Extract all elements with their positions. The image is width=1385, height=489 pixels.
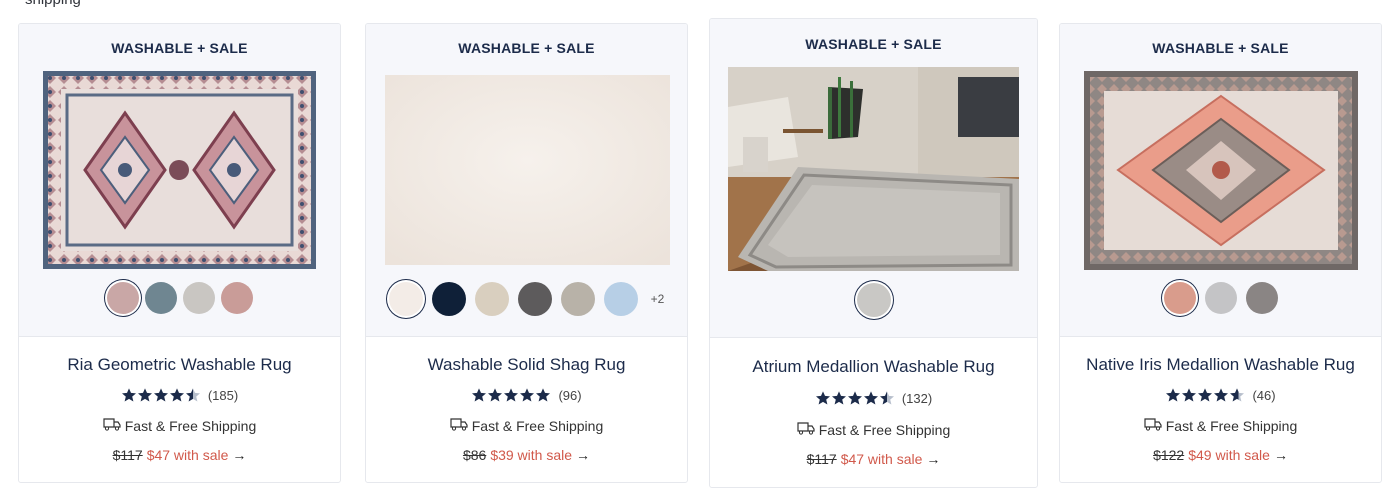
sale-price: $49 with sale bbox=[1188, 447, 1270, 463]
price-row[interactable]: $117 $47 with sale → bbox=[710, 451, 1037, 467]
review-count[interactable]: (96) bbox=[558, 388, 581, 403]
swatch-option[interactable] bbox=[517, 282, 552, 316]
color-swatches bbox=[19, 282, 340, 314]
shipping-row: Fast & Free Shipping bbox=[366, 417, 687, 434]
product-image[interactable] bbox=[385, 75, 670, 265]
stars-icon bbox=[471, 387, 551, 403]
truck-icon bbox=[1144, 417, 1162, 434]
sale-price: $39 with sale bbox=[490, 447, 573, 463]
review-count[interactable]: (185) bbox=[208, 388, 238, 403]
product-badge: WASHABLE + SALE bbox=[458, 40, 595, 56]
product-card-native-iris[interactable]: WASHABLE + SALE Native Iris Medallion Wa… bbox=[1059, 23, 1382, 483]
arrow-right-icon: → bbox=[926, 451, 941, 467]
swatch-option[interactable] bbox=[474, 282, 509, 316]
stars-icon bbox=[121, 387, 201, 403]
product-image[interactable] bbox=[1084, 71, 1358, 270]
truck-icon bbox=[450, 417, 468, 434]
price-row[interactable]: $122 $49 with sale → bbox=[1060, 447, 1381, 463]
swatch-option[interactable] bbox=[182, 282, 215, 314]
price-row[interactable]: $117 $47 with sale → bbox=[19, 447, 340, 463]
swatch-option[interactable] bbox=[1245, 282, 1278, 314]
product-card-atrium[interactable]: WASHABLE + SALE Atrium Medallion Washabl… bbox=[709, 18, 1038, 488]
sale-price: $47 with sale bbox=[146, 447, 229, 463]
shipping-row: Fast & Free Shipping bbox=[710, 421, 1037, 438]
swatch-option[interactable] bbox=[106, 282, 139, 314]
product-title[interactable]: Ria Geometric Washable Rug bbox=[19, 355, 340, 375]
product-title[interactable]: Washable Solid Shag Rug bbox=[366, 355, 687, 375]
shipping-row: Fast & Free Shipping bbox=[1060, 417, 1381, 434]
original-price: $122 bbox=[1153, 447, 1185, 463]
arrow-right-icon: → bbox=[576, 447, 591, 463]
swatch-option[interactable] bbox=[1163, 282, 1196, 314]
original-price: $117 bbox=[806, 451, 837, 467]
product-image[interactable] bbox=[728, 67, 1019, 271]
product-title[interactable]: Native Iris Medallion Washable Rug bbox=[1060, 355, 1381, 375]
swatch-option[interactable] bbox=[603, 282, 638, 316]
color-swatches bbox=[1060, 282, 1381, 314]
swatch-option[interactable] bbox=[144, 282, 177, 314]
product-card-shag[interactable]: WASHABLE + SALE +2 Washable Solid Shag R… bbox=[365, 23, 688, 483]
arrow-right-icon: → bbox=[1273, 447, 1288, 463]
product-card-ria[interactable]: WASHABLE + SALE Ria Geometric Washable R… bbox=[18, 23, 341, 483]
product-badge: WASHABLE + SALE bbox=[1152, 40, 1289, 56]
swatch-option[interactable] bbox=[431, 282, 466, 316]
swatch-option[interactable] bbox=[220, 282, 253, 314]
product-image[interactable] bbox=[43, 71, 316, 269]
stars-icon bbox=[815, 390, 895, 406]
product-title[interactable]: Atrium Medallion Washable Rug bbox=[710, 357, 1037, 377]
truck-icon bbox=[103, 417, 121, 434]
swatch-option[interactable] bbox=[560, 282, 595, 316]
color-swatches bbox=[710, 283, 1037, 317]
shipping-row: Fast & Free Shipping bbox=[19, 417, 340, 434]
rating-row: (185) bbox=[19, 387, 340, 403]
swatch-option[interactable] bbox=[388, 282, 423, 316]
truck-icon bbox=[797, 421, 815, 438]
rating-row: (46) bbox=[1060, 387, 1381, 403]
shipping-text: Fast & Free Shipping bbox=[471, 417, 604, 434]
review-count[interactable]: (46) bbox=[1252, 388, 1275, 403]
shipping-text: Fast & Free Shipping bbox=[124, 417, 257, 434]
sale-price: $47 with sale bbox=[840, 451, 923, 467]
original-price: $117 bbox=[112, 447, 143, 463]
swatch-option[interactable] bbox=[856, 283, 891, 317]
page-intro-fragment: shipping bbox=[25, 0, 81, 8]
color-swatches: +2 bbox=[366, 282, 687, 316]
price-row[interactable]: $86 $39 with sale → bbox=[366, 447, 687, 463]
shipping-text: Fast & Free Shipping bbox=[818, 421, 951, 438]
product-badge: WASHABLE + SALE bbox=[805, 36, 942, 52]
original-price: $86 bbox=[462, 447, 487, 463]
rating-row: (132) bbox=[710, 390, 1037, 406]
product-badge: WASHABLE + SALE bbox=[111, 40, 248, 56]
arrow-right-icon: → bbox=[232, 447, 247, 463]
stars-icon bbox=[1165, 387, 1245, 403]
swatch-option[interactable] bbox=[1204, 282, 1237, 314]
review-count[interactable]: (132) bbox=[902, 391, 932, 406]
shipping-text: Fast & Free Shipping bbox=[1165, 417, 1298, 434]
rating-row: (96) bbox=[366, 387, 687, 403]
more-swatches-link[interactable]: +2 bbox=[651, 292, 665, 306]
